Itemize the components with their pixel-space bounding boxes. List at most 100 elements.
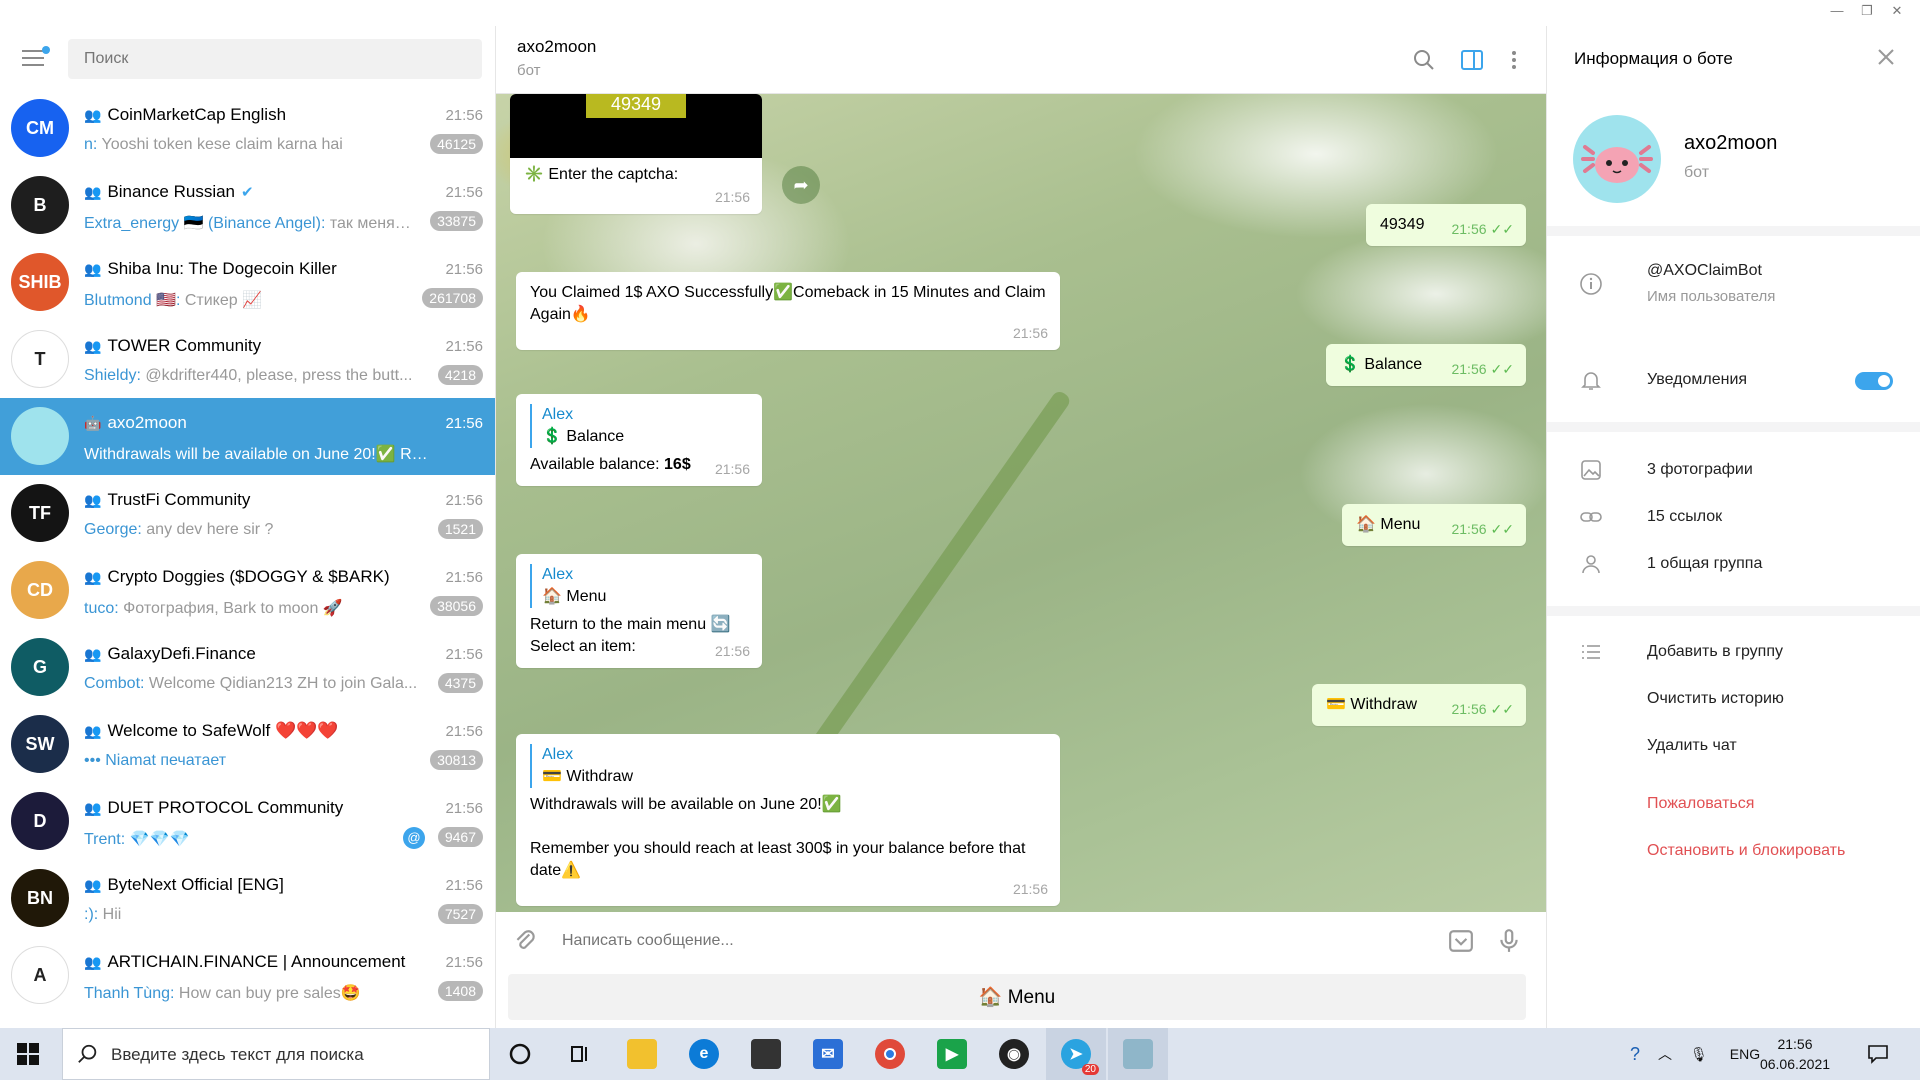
conversation-header[interactable]: axo2moon бот <box>496 26 1546 94</box>
notification-center-icon[interactable] <box>1866 1042 1890 1066</box>
notes-app-icon[interactable] <box>1108 1028 1168 1080</box>
outgoing-message[interactable]: 💳 Withdraw 21:56 ✓✓ <box>1312 684 1526 726</box>
chat-list-item[interactable]: T 👥 TOWER Community 21:56 Shieldy: @kdrifter… <box>0 321 495 398</box>
group-icon: 👥 <box>84 568 102 585</box>
outgoing-message[interactable]: 💲 Balance 21:56 ✓✓ <box>1326 344 1526 386</box>
photos-row[interactable]: 3 фотографии <box>1547 448 1920 492</box>
bot-menu-button[interactable]: 🏠 Menu <box>508 974 1526 1020</box>
cortana-icon[interactable] <box>490 1028 550 1080</box>
chat-list-item[interactable]: CM 👥 CoinMarketCap English 21:56 n: Yooshi t… <box>0 90 495 167</box>
search-input[interactable] <box>68 39 482 79</box>
clear-history-row[interactable]: Очистить историю <box>1547 677 1920 721</box>
message-input[interactable] <box>562 912 1422 970</box>
task-view-icon[interactable] <box>550 1028 610 1080</box>
bot-info-panel: Информация о боте axo2moon бот @AXOClaim… <box>1546 26 1920 1028</box>
message-text: Remember you should reach at least 300$ … <box>530 840 1026 879</box>
chat-name: 👥 TOWER Community <box>84 336 262 355</box>
close-icon[interactable] <box>1875 46 1897 68</box>
chevron-up-icon[interactable]: ︿ <box>1658 1044 1672 1064</box>
outgoing-message[interactable]: 49349 21:56 ✓✓ <box>1366 204 1526 246</box>
taskbar-search[interactable]: Введите здесь текст для поиска <box>62 1028 490 1080</box>
search-icon[interactable] <box>1412 48 1436 72</box>
microphone-icon[interactable] <box>1496 928 1522 954</box>
delete-chat-row[interactable]: Удалить чат <box>1547 724 1920 768</box>
withdraw-message[interactable]: Alex 💳 Withdraw Withdrawals will be avai… <box>516 734 1060 906</box>
reply-quote[interactable]: Alex 💳 Withdraw <box>530 744 1046 788</box>
unread-badge: 46125 <box>430 134 483 154</box>
chat-name: 👥 Shiba Inu: The Dogecoin Killer <box>84 259 337 278</box>
maximize-icon[interactable]: ❐ <box>1860 4 1874 18</box>
forward-icon[interactable]: ➦ <box>782 166 820 204</box>
chat-time: 21:56 <box>445 954 483 971</box>
chat-preview: n: Yooshi token kese claim karna hai <box>84 136 432 154</box>
chat-list-item[interactable]: G 👥 GalaxyDefi.Finance 21:56 Combot: Welcome… <box>0 629 495 706</box>
username-row[interactable]: @AXOClaimBot Имя пользователя <box>1547 262 1920 322</box>
attach-icon[interactable] <box>512 928 538 954</box>
balance-message[interactable]: Alex 💲 Balance Available balance: 16$ 21… <box>516 394 762 486</box>
links-row[interactable]: 15 ссылок <box>1547 495 1920 539</box>
message-area[interactable]: 49349 ✳️ Enter the captcha: 21:56 ➦ 4934… <box>496 94 1546 912</box>
balance-label: Available balance: <box>530 456 660 473</box>
menu-message[interactable]: Alex 🏠 Menu Return to the main menu 🔄 Se… <box>516 554 762 668</box>
chat-list-item[interactable]: SHIB 👥 Shiba Inu: The Dogecoin Killer 21:56… <box>0 244 495 321</box>
minimize-icon[interactable]: — <box>1830 4 1844 18</box>
message-text: 💳 Withdraw <box>1326 696 1418 713</box>
outgoing-message[interactable]: 🏠 Menu 21:56 ✓✓ <box>1342 504 1526 546</box>
telegram-unread-badge: 20 <box>1081 1064 1099 1075</box>
chat-time: 21:56 <box>445 107 483 124</box>
notifications-row[interactable]: Уведомления <box>1547 358 1920 402</box>
telegram-taskbar-icon[interactable]: ➤ 20 <box>1046 1028 1106 1080</box>
captcha-message[interactable]: 49349 ✳️ Enter the captcha: 21:56 <box>510 94 762 214</box>
photo-icon <box>1581 460 1601 480</box>
bot-username: @AXOClaimBot <box>1647 262 1762 279</box>
chat-list-item[interactable]: 🤖 axo2moon 21:56 Withdrawals will be avail… <box>0 398 495 475</box>
chat-list-item[interactable]: D 👥 DUET PROTOCOL Community 21:56 Trent: 💎💎💎… <box>0 783 495 860</box>
close-window-icon[interactable]: ✕ <box>1890 4 1904 18</box>
more-options-icon[interactable] <box>1502 48 1526 72</box>
store-icon[interactable] <box>736 1028 796 1080</box>
bell-icon <box>1581 372 1601 390</box>
obs-icon[interactable]: ◉ <box>984 1028 1044 1080</box>
chat-preview: George: any dev here sir ? <box>84 521 432 539</box>
chat-preview: Trent: 💎💎💎 <box>84 829 432 849</box>
reply-quote[interactable]: Alex 🏠 Menu <box>530 564 748 608</box>
edge-icon[interactable]: e <box>674 1028 734 1080</box>
groups-row[interactable]: 1 общая группа <box>1547 542 1920 586</box>
menu-icon[interactable] <box>22 46 50 66</box>
report-row[interactable]: Пожаловаться <box>1547 782 1920 826</box>
chat-avatar: A <box>11 946 69 1004</box>
block-label: Остановить и блокировать <box>1647 842 1846 859</box>
add-to-group-row[interactable]: Добавить в группу <box>1547 630 1920 674</box>
chrome-icon[interactable] <box>860 1028 920 1080</box>
chat-list-item[interactable]: CD 👥 Crypto Doggies ($DOGGY & $BARK) 21:56 t… <box>0 552 495 629</box>
chat-list-item[interactable]: BN 👥 ByteNext Official [ENG] 21:56:): Hii 75… <box>0 860 495 937</box>
help-icon[interactable]: ? <box>1630 1044 1640 1065</box>
claim-message[interactable]: You Claimed 1$ AXO Successfully✅Comeback… <box>516 272 1060 350</box>
bot-avatar[interactable] <box>1573 115 1661 203</box>
search-icon <box>78 1044 97 1063</box>
chat-list-item[interactable]: TF 👥 TrustFi Community 21:56 George: any dev… <box>0 475 495 552</box>
media-player-icon[interactable]: ▶ <box>922 1028 982 1080</box>
bot-keyboard-icon[interactable] <box>1448 928 1474 954</box>
mail-icon[interactable]: ✉ <box>798 1028 858 1080</box>
chat-list-item[interactable]: B 👥 Binance Russian ✔ 21:56 Extra_energy 🇪🇪 (… <box>0 167 495 244</box>
block-row[interactable]: Остановить и блокировать <box>1547 829 1920 873</box>
chat-list-item[interactable]: A 👥 ARTICHAIN.FINANCE | Announcement 21:56 T… <box>0 937 495 1014</box>
unread-badge: 33875 <box>430 211 483 231</box>
bot-keyboard: 🏠 Menu <box>496 970 1546 1028</box>
reply-author: Alex <box>542 406 574 423</box>
username-label: Имя пользователя <box>1647 288 1776 305</box>
chat-preview-sender: Shieldy: <box>84 367 141 384</box>
chat-list-item[interactable]: SW 👥 Welcome to SafeWolf ❤️❤️❤️ 21:56 ••• Ni… <box>0 706 495 783</box>
sidebar-toggle-icon[interactable] <box>1460 48 1484 72</box>
group-icon: 👥 <box>84 337 102 354</box>
chat-time: 21:56 <box>445 646 483 663</box>
windows-start-icon[interactable] <box>16 1042 40 1066</box>
file-explorer-icon[interactable] <box>612 1028 672 1080</box>
verified-icon: ✔ <box>241 184 254 201</box>
taskbar-clock[interactable]: 21:56 06.06.2021 <box>1740 1034 1850 1074</box>
chat-avatar: BN <box>11 869 69 927</box>
microphone-tray-icon[interactable]: 🎙 <box>1690 1046 1708 1063</box>
notifications-toggle[interactable] <box>1855 372 1893 390</box>
reply-quote[interactable]: Alex 💲 Balance <box>530 404 692 448</box>
